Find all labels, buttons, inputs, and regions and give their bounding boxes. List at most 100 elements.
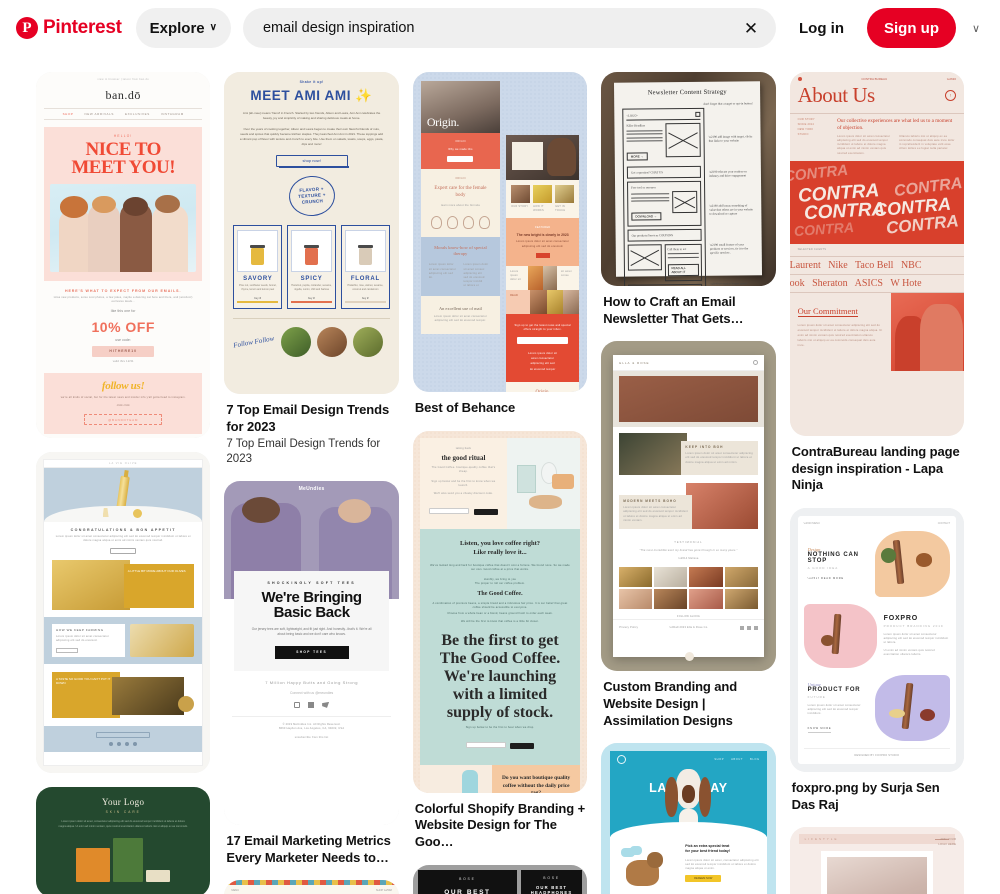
- footer-line-5: unsubscribe from this list: [294, 736, 329, 740]
- coffee-launch-body: We're launching with a limited supply of…: [443, 668, 557, 722]
- masonry-column-1: view in browser | latest from ban.do ban…: [36, 72, 211, 894]
- bose-side-panel: BOSE OUR BEST HEADPHONES YET. Meet the n…: [520, 869, 583, 894]
- search-bar[interactable]: ✕: [242, 8, 776, 48]
- commitment-heading: Our Commitment: [797, 305, 858, 317]
- bose-main-panel: BOSE OUR BEST HEADPHONES YET. Meet our n…: [417, 869, 517, 894]
- pin-card-bando[interactable]: view in browser | latest from ban.do ban…: [36, 72, 211, 438]
- search-results-masonry-grid: view in browser | latest from ban.do ban…: [0, 56, 1000, 894]
- product-card: SPICY Hazelnut, pepita, coriander, sesam…: [287, 224, 336, 309]
- explore-button[interactable]: Explore ∨: [135, 8, 231, 48]
- foxpro-headline-2: FOXPRO: [883, 614, 918, 622]
- bose-logo: BOSE: [459, 876, 476, 881]
- product-desc: Pistachio, rose, walnut, sesame, coconut…: [347, 283, 384, 291]
- product-card: SAVORY Pine nut, sunflower seeds, fennel…: [233, 224, 283, 309]
- pin-card-ami-ami[interactable]: Shake it up! MEET AMI AMI ✨ Ami [ah-mee]…: [224, 72, 399, 467]
- submit-button: [510, 743, 535, 750]
- hero-photo: [613, 371, 764, 662]
- meundies-kicker: SHOCKINGLY SOFT TEES: [267, 581, 356, 586]
- footer-line-1: 7 Million Happy Butts and Going Strong: [265, 679, 359, 685]
- pin-card-labor-day[interactable]: SHOP ABOUT BLOG HAPPY LABOR DAY: [601, 743, 776, 894]
- nav-item: INSTAGRAM: [160, 112, 184, 116]
- pin-card-power-your-play[interactable]: MENUSHOP \u25b8 POWER YOUR PLAY Crafted …: [224, 880, 399, 894]
- masonry-column-2: Shake it up! MEET AMI AMI ✨ Ami [ah-mee]…: [224, 72, 399, 894]
- wireframe-headline: Killer Headline: [626, 123, 646, 128]
- pin-image[interactable]: BOSE OUR BEST HEADPHONES YET. Meet our n…: [412, 864, 588, 894]
- intro-lead: Our collective experiences are what led …: [837, 118, 953, 131]
- pin-image[interactable]: Your Logo SKIN CARE Lorem ipsum dolor si…: [36, 787, 211, 894]
- pin-image[interactable]: ELLA & ROSE KEEP INTO BOH Lorem ipsum do…: [601, 341, 776, 672]
- oil-shop-button: [110, 548, 137, 555]
- instagram-button: @BANDOTEAM: [84, 414, 163, 426]
- redeem-button: REDEEM NOW: [685, 874, 722, 882]
- pin-image[interactable]: Newsletter Content Strategy don't forget…: [601, 72, 776, 286]
- ami-paragraph-1: Ami [ah-mee] means 'friend' in French. S…: [242, 111, 381, 121]
- site-top-bar: CONTRA BUREAU \u2630: [790, 72, 964, 81]
- bando-logo: ban.dō: [105, 88, 141, 102]
- pin-card-meundies[interactable]: MeUndies SHOCKINGLY SOFT TEES We're Brin…: [224, 481, 399, 866]
- masonry-column-3: Origin. ORIGIN Why we made this ORIGIN E…: [412, 72, 588, 894]
- clients-marquee-row-1: Laurent Nike Taco Bell NBC: [789, 255, 965, 275]
- masonry-column-4: Newsletter Content Strategy don't forget…: [601, 72, 776, 894]
- pin-image[interactable]: taking back the good ritual The Good Cof…: [412, 430, 588, 793]
- email-nav: MENU SHOP \u25b8: [231, 889, 392, 893]
- product-row: [44, 838, 202, 883]
- pin-image[interactable]: LA VIE OLIVE CONGRATULATIONS & BON APPET…: [36, 452, 211, 773]
- green-logo-text: Your Logo: [101, 797, 145, 807]
- pinterest-home-logo[interactable]: P Pinterest: [10, 17, 128, 39]
- pin-card-newsletter-wireframe[interactable]: Newsletter Content Strategy don't forget…: [601, 72, 776, 327]
- wireframe-services: Our products/Services COUPONS: [631, 232, 674, 238]
- pin-card-foxpro[interactable]: \u2630 MENU CONTACT Design NOTHING CAN ST…: [789, 507, 965, 813]
- signup-button[interactable]: Sign up: [867, 8, 956, 48]
- facebook-icon: [308, 701, 315, 708]
- ami-kicker: Shake it up!: [299, 80, 324, 84]
- photo-grid: [613, 566, 763, 615]
- clear-search-icon[interactable]: ✕: [740, 17, 762, 39]
- assim-card-1-title: KEEP INTO BOH: [685, 445, 724, 450]
- product-cta: buy it!: [291, 296, 332, 303]
- pin-image[interactable]: \u2630 MENU CONTACT Design NOTHING CAN ST…: [789, 507, 965, 772]
- hero-photo: SHOP ABOUT BLOG HAPPY LABOR DAY: [610, 751, 767, 838]
- pin-title: How to Craft an Email Newsletter That Ge…: [603, 294, 744, 326]
- chevron-down-icon: ∨: [209, 22, 217, 33]
- pin-card-pink-lifestyle[interactable]: LIFESTYLE ADD YOUR LOGO HERE: [789, 827, 965, 894]
- pin-image[interactable]: CONTRA BUREAU \u2630 About Us ! OUR STOR…: [789, 72, 965, 436]
- pin-image[interactable]: view in browser | latest from ban.do ban…: [36, 72, 211, 438]
- client-name: Laurent: [789, 259, 821, 271]
- email-field: [429, 508, 470, 515]
- pin-card-best-of-behance[interactable]: Origin. ORIGIN Why we made this ORIGIN E…: [412, 72, 588, 417]
- pin-card-good-coffee[interactable]: taking back the good ritual The Good Cof…: [412, 430, 588, 851]
- nav-item: ABOUT: [731, 758, 744, 762]
- pin-image[interactable]: MeUndies SHOCKINGLY SOFT TEES We're Brin…: [224, 481, 399, 826]
- pin-card-green-skincare[interactable]: Your Logo SKIN CARE Lorem ipsum dolor si…: [36, 787, 211, 894]
- clients-marquee-row-2: ook Sheraton ASICS W Hote: [789, 275, 965, 293]
- login-button[interactable]: Log in: [784, 8, 859, 48]
- pinky-note-2: LOGO HERE: [938, 841, 957, 846]
- oil-section-heading: CONGRATULATIONS & BON APPETIT: [70, 528, 176, 532]
- wireframe-resource: Free tool or resource: [631, 184, 657, 190]
- code-lead: use code:: [115, 337, 132, 342]
- pin-image[interactable]: Origin. ORIGIN Why we made this ORIGIN E…: [412, 72, 588, 392]
- meundies-headline-1: We're Bringing: [261, 589, 363, 607]
- pin-image[interactable]: LIFESTYLE ADD YOUR LOGO HERE: [789, 827, 965, 894]
- nav-item: EXCLUSIVES: [124, 112, 150, 116]
- pin-card-olive-oil[interactable]: LA VIE OLIVE CONGRATULATIONS & BON APPET…: [36, 452, 211, 773]
- about-heading-row: About Us !: [790, 81, 964, 113]
- explore-label: Explore: [149, 19, 205, 37]
- pin-card-assimilation-designs[interactable]: ELLA & ROSE KEEP INTO BOH Lorem ipsum do…: [601, 341, 776, 729]
- pin-image[interactable]: MENUSHOP \u25b8 POWER YOUR PLAY Crafted …: [224, 880, 399, 894]
- search-input[interactable]: [260, 19, 740, 37]
- ami-headline: MEET AMI AMI ✨: [233, 88, 389, 104]
- instagram-icon: [294, 701, 301, 708]
- social-icon-row: [44, 434, 202, 438]
- lifestyle-bar: LIFESTYLE: [798, 834, 956, 845]
- email-field: [465, 742, 506, 749]
- contra-word: CONTRA: [793, 218, 855, 239]
- pin-card-contrabureau[interactable]: CONTRA BUREAU \u2630 About Us ! OUR STOR…: [789, 72, 965, 494]
- pin-image[interactable]: SHOP ABOUT BLOG HAPPY LABOR DAY: [601, 743, 776, 894]
- account-menu-chevron-icon[interactable]: ∨: [964, 8, 988, 48]
- product-cta: buy it!: [237, 296, 279, 303]
- foxpro-cta-1: \u25cf READ MORE: [807, 577, 844, 581]
- about-heading: About Us: [797, 83, 876, 107]
- pin-card-bose-headphones[interactable]: BOSE OUR BEST HEADPHONES YET. Meet our n…: [412, 864, 588, 894]
- pin-image[interactable]: Shake it up! MEET AMI AMI ✨ Ami [ah-mee]…: [224, 72, 399, 394]
